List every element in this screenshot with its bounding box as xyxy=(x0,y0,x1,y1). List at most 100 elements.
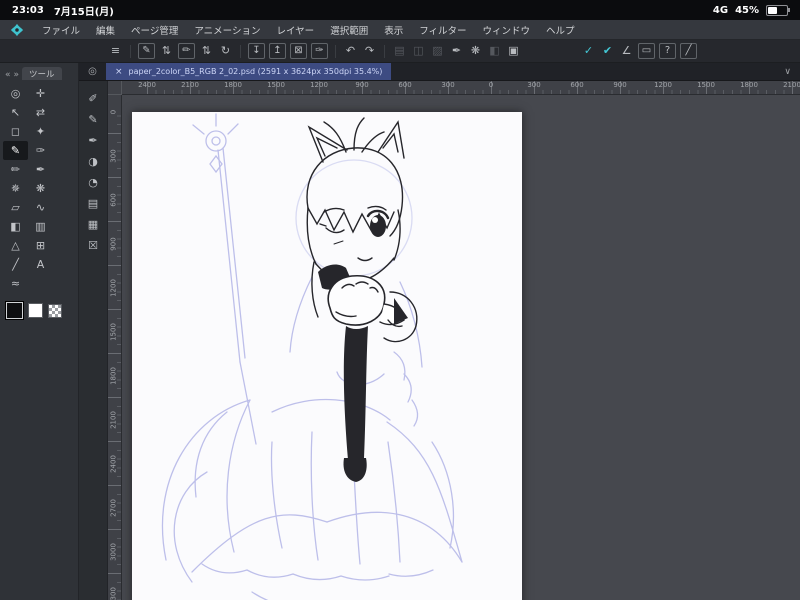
ruler-tool-icon[interactable]: ╱ xyxy=(3,255,28,274)
import-icon[interactable]: ↧ xyxy=(248,43,265,59)
deselect-icon[interactable]: ◫ xyxy=(409,44,428,58)
menu-selection[interactable]: 選択範囲 xyxy=(322,23,376,37)
canvas-viewport[interactable] xyxy=(121,94,800,600)
tool-palette-tab[interactable]: ツール xyxy=(22,67,62,80)
menu-edit[interactable]: 編集 xyxy=(88,23,123,37)
separator xyxy=(384,44,385,58)
decoration-tool-icon[interactable]: ❋ xyxy=(28,179,53,198)
rotate-reset-icon[interactable]: ↻ xyxy=(216,44,235,58)
menu-layer[interactable]: レイヤー xyxy=(268,23,322,37)
layer-grid-icon[interactable]: ▤ xyxy=(88,198,98,209)
ruler-mark: 1800 xyxy=(109,367,118,385)
tool-palette-header: « » ツール xyxy=(0,63,78,81)
auto-select-tool-icon[interactable]: ✦ xyxy=(28,122,53,141)
pencil-tool-icon[interactable]: ✏ xyxy=(3,160,28,179)
workspace-switch-icon[interactable]: ╱ xyxy=(680,43,697,59)
canvas-settings-icon[interactable]: ▣ xyxy=(504,44,523,58)
ruler-mark: 600 xyxy=(109,193,118,207)
menu-page-manage[interactable]: ページ管理 xyxy=(123,23,186,37)
redo-icon[interactable]: ↷ xyxy=(360,44,379,58)
menu-animation[interactable]: アニメーション xyxy=(186,23,268,37)
quill-icon[interactable]: ✒ xyxy=(447,44,466,58)
menu-file[interactable]: ファイル xyxy=(34,23,88,37)
pen-tool-icon[interactable]: ✎ xyxy=(3,141,28,160)
ruler-mark: 1200 xyxy=(109,279,118,297)
ruler-mark: 1500 xyxy=(697,81,715,89)
ruler-mark: 300 xyxy=(441,81,455,89)
transparent-color-swatch[interactable] xyxy=(48,303,62,318)
menu-icon[interactable]: ≡ xyxy=(106,44,125,58)
ruler-mark: 600 xyxy=(570,81,584,89)
sub-color-swatch[interactable] xyxy=(28,303,43,318)
fill-tool-icon[interactable]: ◧ xyxy=(3,217,28,236)
collapse-panel-icon[interactable]: « xyxy=(5,70,11,80)
operation-tool-icon[interactable]: ↖ xyxy=(3,103,28,122)
rough-sketch-layer xyxy=(161,113,463,600)
zoom-tool-icon[interactable]: ◎ xyxy=(3,84,28,103)
screen-grid-icon[interactable]: ▦ xyxy=(88,219,98,230)
clip-studio-logo-icon[interactable] xyxy=(10,23,24,37)
ruler-mark: 2400 xyxy=(138,81,156,89)
ruler-mark: 2700 xyxy=(109,499,118,517)
ipad-status-bar: 23:03 7月15日(月) 4G 45% xyxy=(0,0,800,20)
close-tab-icon[interactable]: × xyxy=(115,67,123,77)
water-subtool-icon[interactable]: ◔ xyxy=(88,177,98,188)
document-tab[interactable]: × paper_2color_B5_RGB 2_02.psd (2591 x 3… xyxy=(106,63,392,80)
document-tab-bar: ◎ × paper_2color_B5_RGB 2_02.psd (2591 x… xyxy=(79,63,800,81)
quick-access-strip: ✐ ✎ ✒ ◑ ◔ ▤ ▦ ☒ xyxy=(79,81,108,600)
selection-tool-icon[interactable]: ◻ xyxy=(3,122,28,141)
perspective-snap-icon[interactable]: ∠ xyxy=(617,44,636,58)
ruler-mark: 1200 xyxy=(654,81,672,89)
invert-selection-icon[interactable]: ▨ xyxy=(428,44,447,58)
decoration-icon[interactable]: ❋ xyxy=(466,44,485,58)
gradient-tool-icon[interactable]: ▥ xyxy=(28,217,53,236)
main-color-swatch[interactable] xyxy=(6,302,23,319)
text-tool-icon[interactable]: A xyxy=(28,255,53,274)
canvas-search-icon[interactable]: ◎ xyxy=(79,66,106,77)
pen-slot-icon[interactable]: ✎ xyxy=(138,43,155,59)
eyedropper-tool-icon[interactable]: ✑ xyxy=(28,141,53,160)
ruler-mark: 300 xyxy=(527,81,541,89)
horizontal-ruler: 2400 2100 1800 1500 1200 900 600 300 0 3… xyxy=(121,81,800,95)
menu-help[interactable]: ヘルプ xyxy=(538,23,583,37)
brush-subtool-icon[interactable]: ✒ xyxy=(88,135,97,146)
eyedropper-slot-icon[interactable]: ✑ xyxy=(311,43,328,59)
figure-tool-icon[interactable]: △ xyxy=(3,236,28,255)
marker-variant-chevrons-icon[interactable]: ⇅ xyxy=(197,44,216,58)
snap-ruler-icon[interactable]: ✓ xyxy=(579,44,598,58)
ruler-mark: 900 xyxy=(613,81,627,89)
display-mode-icon[interactable]: ▭ xyxy=(638,43,655,59)
fill-area-icon[interactable]: ◧ xyxy=(485,44,504,58)
snap-special-ruler-icon[interactable]: ✔ xyxy=(598,44,617,58)
layer-move-tool-icon[interactable]: ⇄ xyxy=(28,103,53,122)
canvas-page[interactable] xyxy=(132,112,522,600)
expand-panel-icon[interactable]: » xyxy=(14,70,20,80)
frame-border-tool-icon[interactable]: ⊞ xyxy=(28,236,53,255)
brush-tool-icon[interactable]: ✒ xyxy=(28,160,53,179)
menu-filter[interactable]: フィルター xyxy=(411,23,474,37)
ruler-mark: 2100 xyxy=(181,81,199,89)
airbrush-tool-icon[interactable]: ✵ xyxy=(3,179,28,198)
pen-subtool-icon[interactable]: ✎ xyxy=(88,114,97,125)
eraser-tool-icon[interactable]: ▱ xyxy=(3,198,28,217)
ruler-mark: 900 xyxy=(109,237,118,251)
eraser-slot-icon[interactable]: ⊠ xyxy=(290,43,307,59)
ruler-mark: 3300 xyxy=(109,587,118,600)
ruler-mark: 2100 xyxy=(783,81,800,89)
blend-tool-icon[interactable]: ∿ xyxy=(28,198,53,217)
stylus-subtool-icon[interactable]: ✐ xyxy=(88,93,97,104)
select-area-icon[interactable]: ▤ xyxy=(390,44,409,58)
move-tool-icon[interactable]: ✛ xyxy=(28,84,53,103)
help-icon[interactable]: ? xyxy=(659,43,676,59)
tab-list-chevron-icon[interactable]: ∨ xyxy=(784,67,800,77)
clear-box-icon[interactable]: ☒ xyxy=(88,240,98,251)
line-correct-tool-icon[interactable]: ≈ xyxy=(3,274,28,293)
export-icon[interactable]: ↥ xyxy=(269,43,286,59)
menu-window[interactable]: ウィンドウ xyxy=(475,23,539,37)
menu-view[interactable]: 表示 xyxy=(376,23,411,37)
tone-subtool-icon[interactable]: ◑ xyxy=(88,156,98,167)
marker-slot-icon[interactable]: ✏ xyxy=(178,43,195,59)
undo-icon[interactable]: ↶ xyxy=(341,44,360,58)
pen-variant-chevrons-icon[interactable]: ⇅ xyxy=(157,44,176,58)
ruler-corner xyxy=(108,81,122,95)
